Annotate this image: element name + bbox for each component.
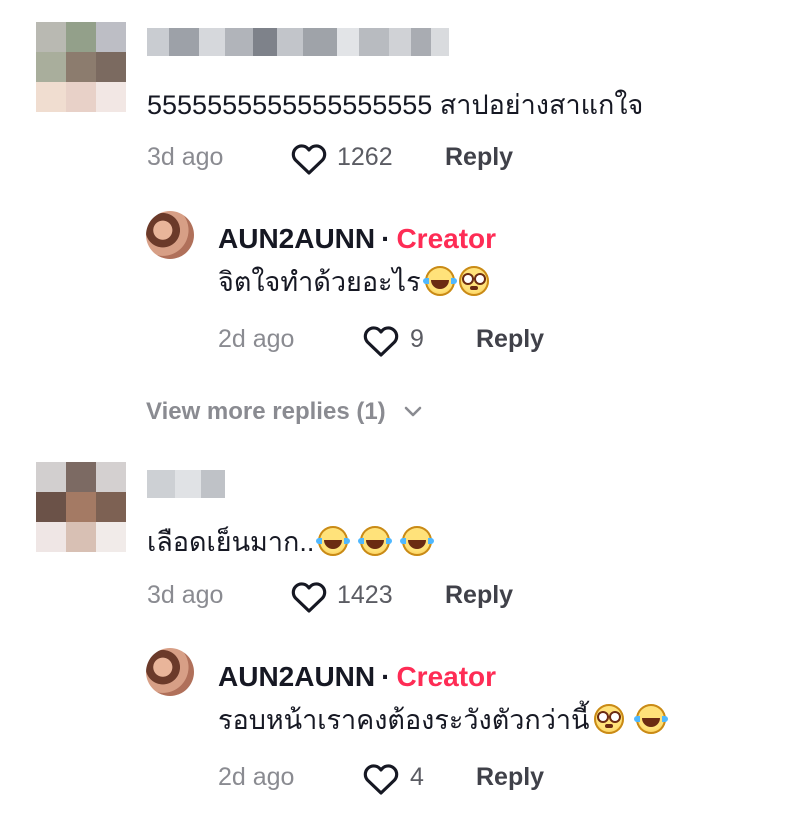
creator-avatar[interactable] [146, 648, 194, 696]
comment-text: 5555555555555555555 สาปอย่างสาแกใจ [147, 90, 644, 120]
reply-button[interactable]: Reply [445, 142, 513, 172]
like-count: 1423 [337, 581, 393, 609]
heart-icon [291, 144, 327, 175]
comment-time: 3d ago [147, 143, 224, 171]
creator-avatar[interactable] [146, 211, 194, 259]
like-count: 4 [410, 763, 424, 791]
heart-icon [363, 326, 399, 357]
like-count: 1262 [337, 143, 393, 171]
flushed-face-emoji [593, 704, 624, 734]
grinning-tears-emoji [316, 526, 351, 556]
reply-button[interactable]: Reply [476, 762, 544, 792]
comment-time: 3d ago [147, 581, 224, 609]
username-blurred[interactable] [147, 470, 225, 498]
reply-text: จิตใจทำด้วยอะไร [218, 265, 489, 299]
creator-badge: Creator [396, 661, 497, 692]
flushed-face-emoji [458, 266, 489, 296]
heart-icon [363, 764, 399, 795]
grinning-tears-emoji [633, 704, 668, 734]
reply-time: 2d ago [218, 325, 295, 353]
chevron-down-icon [405, 406, 422, 417]
reply-time: 2d ago [218, 763, 295, 791]
heart-icon [291, 582, 327, 613]
grinning-tears-emoji [422, 266, 457, 296]
reply-button[interactable]: Reply [445, 580, 513, 610]
creator-badge: Creator [396, 223, 497, 254]
avatar[interactable] [36, 462, 126, 552]
grinning-tears-emoji [400, 526, 435, 556]
reply-author[interactable]: AUN2AUNN · Creator [218, 660, 496, 694]
username-blurred[interactable] [147, 28, 449, 56]
grinning-tears-emoji [358, 526, 393, 556]
reply-text: รอบหน้าเราคงต้องระวังตัวกว่านี้ [218, 703, 668, 737]
like-button[interactable] [290, 140, 328, 176]
like-button[interactable] [290, 578, 328, 614]
view-more-replies[interactable]: View more replies (1) [146, 397, 422, 427]
comment-text: เลือดเย็นมาก.. [147, 525, 435, 559]
reply-author[interactable]: AUN2AUNN · Creator [218, 222, 496, 256]
avatar[interactable] [36, 22, 126, 112]
reply-button[interactable]: Reply [476, 324, 544, 354]
like-button[interactable] [362, 322, 400, 358]
like-count: 9 [410, 325, 424, 353]
like-button[interactable] [362, 760, 400, 796]
